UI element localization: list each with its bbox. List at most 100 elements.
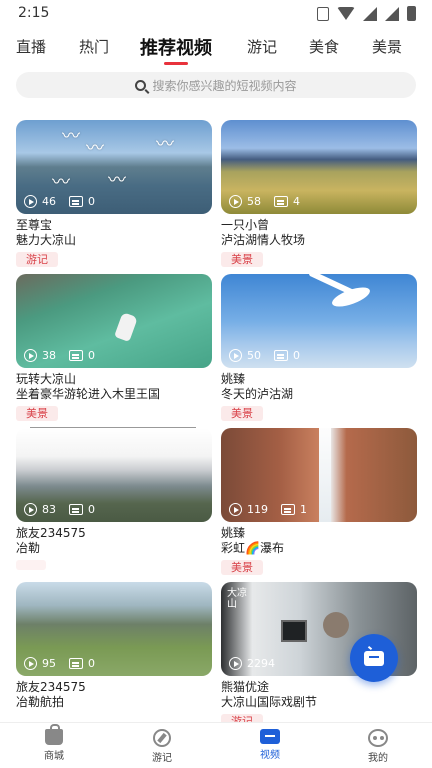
- view-count: 58: [247, 195, 261, 208]
- play-count-icon: [229, 195, 242, 208]
- view-count: 95: [42, 657, 56, 670]
- comment-icon: [69, 196, 83, 207]
- signal-icon: [363, 6, 377, 21]
- gull-icon: 〰: [52, 172, 70, 193]
- vibrate-icon: [317, 6, 329, 21]
- nav-item-mine[interactable]: 我的: [348, 729, 408, 764]
- monitor-shape: [281, 620, 307, 642]
- tab-scenery[interactable]: 美景: [372, 36, 402, 57]
- boat-shape: [114, 312, 138, 342]
- play-count-icon: [229, 657, 242, 670]
- status-icons: [317, 6, 416, 21]
- video-card[interactable]: 95 0 旅友234575 冶勒航拍: [16, 582, 212, 710]
- video-card[interactable]: 〰 〰 〰 〰 〰 46 0 至尊宝 魅力大凉山 游记: [16, 120, 212, 267]
- bag-icon: [45, 724, 63, 745]
- comment-count: 0: [88, 195, 95, 208]
- compass-icon: [153, 729, 171, 747]
- nav-item-travel-notes[interactable]: 游记: [132, 729, 192, 764]
- video-title: 坐着豪华游轮进入木里王国: [16, 387, 161, 401]
- comment-count: 0: [293, 349, 300, 362]
- play-count-icon: [24, 195, 37, 208]
- video-author: 至尊宝: [16, 218, 53, 232]
- comment-icon: [281, 504, 295, 515]
- status-time: 2:15: [18, 5, 50, 21]
- active-tab-indicator: [164, 62, 188, 65]
- video-thumbnail: 〰 〰 〰 〰 〰 46 0: [16, 120, 212, 214]
- signal-icon-2: [385, 6, 399, 21]
- play-count-icon: [229, 349, 242, 362]
- tv-icon: [364, 650, 384, 666]
- gull-icon: 〰: [108, 170, 126, 191]
- video-card[interactable]: 83 0 旅友234575 冶勒: [16, 428, 212, 556]
- video-author: 旅友234575: [16, 680, 86, 694]
- video-stats: 46 0: [24, 195, 95, 208]
- tag-placeholder: [16, 560, 46, 570]
- video-thumbnail: 83 0: [16, 428, 212, 522]
- video-card[interactable]: 119 1 姚臻 彩虹🌈瀑布 美景: [221, 428, 417, 575]
- search-icon: [135, 79, 147, 91]
- comment-icon: [69, 350, 83, 361]
- tab-hot[interactable]: 热门: [79, 36, 109, 57]
- category-tag[interactable]: 美景: [221, 406, 263, 421]
- panda-icon: [368, 729, 388, 747]
- video-card[interactable]: 50 0 姚臻 冬天的泸沽湖 美景: [221, 274, 417, 421]
- nav-item-label: 商城: [44, 751, 64, 762]
- category-tag[interactable]: 美景: [221, 252, 263, 267]
- calligraphy-stamp: 大凉山: [227, 588, 247, 610]
- view-count: 2294: [247, 657, 275, 670]
- person-shape: [323, 612, 349, 638]
- video-title: 魅力大凉山: [16, 233, 77, 247]
- nav-item-video[interactable]: 视频: [240, 729, 300, 761]
- video-thumbnail: 119 1: [221, 428, 417, 522]
- comment-icon: [69, 658, 83, 669]
- tab-live[interactable]: 直播: [16, 36, 46, 57]
- video-author: 熊猫优途: [221, 680, 270, 694]
- play-count-icon: [229, 503, 242, 516]
- video-title: 冶勒航拍: [16, 695, 65, 709]
- video-card[interactable]: 38 0 玩转大凉山 坐着豪华游轮进入木里王国 美景: [16, 274, 212, 421]
- bottom-navigation: 商城 游记 视频 我的: [0, 722, 432, 768]
- video-author: 姚臻: [221, 372, 246, 386]
- video-author: 姚臻: [221, 526, 246, 540]
- view-count: 38: [42, 349, 56, 362]
- video-author: 一只小曾: [221, 218, 270, 232]
- view-count: 119: [247, 503, 268, 516]
- video-title: 泸沽湖情人牧场: [221, 233, 306, 247]
- nav-item-mall[interactable]: 商城: [24, 724, 84, 762]
- video-card[interactable]: 58 4 一只小曾 泸沽湖情人牧场 美景: [221, 120, 417, 267]
- tv-icon: [260, 729, 280, 744]
- video-title: 大凉山国际戏剧节: [221, 695, 318, 709]
- video-stats: 2294: [229, 657, 275, 670]
- waterfall-shape: [319, 428, 331, 522]
- video-stats: 38 0: [24, 349, 95, 362]
- comment-icon: [274, 350, 288, 361]
- view-count: 46: [42, 195, 56, 208]
- comment-count: 0: [88, 657, 95, 670]
- video-stats: 95 0: [24, 657, 95, 670]
- video-author: 旅友234575: [16, 526, 86, 540]
- wifi-icon: [337, 7, 355, 20]
- category-tag[interactable]: 美景: [16, 406, 58, 421]
- video-stats: 58 4: [229, 195, 300, 208]
- comment-icon: [69, 504, 83, 515]
- tab-recommended-videos[interactable]: 推荐视频: [140, 34, 212, 60]
- category-tabs: 直播 热门 推荐视频 游记 美食 美景: [0, 30, 432, 68]
- video-title: 彩虹🌈瀑布: [221, 541, 284, 555]
- search-bar[interactable]: 搜索你感兴趣的短视频内容: [16, 72, 416, 98]
- play-count-icon: [24, 503, 37, 516]
- video-stats: 50 0: [229, 349, 300, 362]
- category-tag[interactable]: 游记: [16, 252, 58, 267]
- tab-travel-notes[interactable]: 游记: [247, 36, 277, 57]
- video-title: 冬天的泸沽湖: [221, 387, 294, 401]
- video-thumbnail: 58 4: [221, 120, 417, 214]
- view-count: 83: [42, 503, 56, 516]
- video-stats: 119 1: [229, 503, 307, 516]
- nav-item-label: 我的: [368, 753, 388, 764]
- video-author: 玩转大凉山: [16, 372, 77, 386]
- upload-video-button[interactable]: [350, 634, 398, 682]
- gull-icon: 〰: [156, 134, 174, 155]
- nav-item-label: 视频: [260, 750, 280, 761]
- tab-food[interactable]: 美食: [309, 36, 339, 57]
- category-tag[interactable]: 美景: [221, 560, 263, 575]
- status-bar: 2:15: [0, 0, 432, 28]
